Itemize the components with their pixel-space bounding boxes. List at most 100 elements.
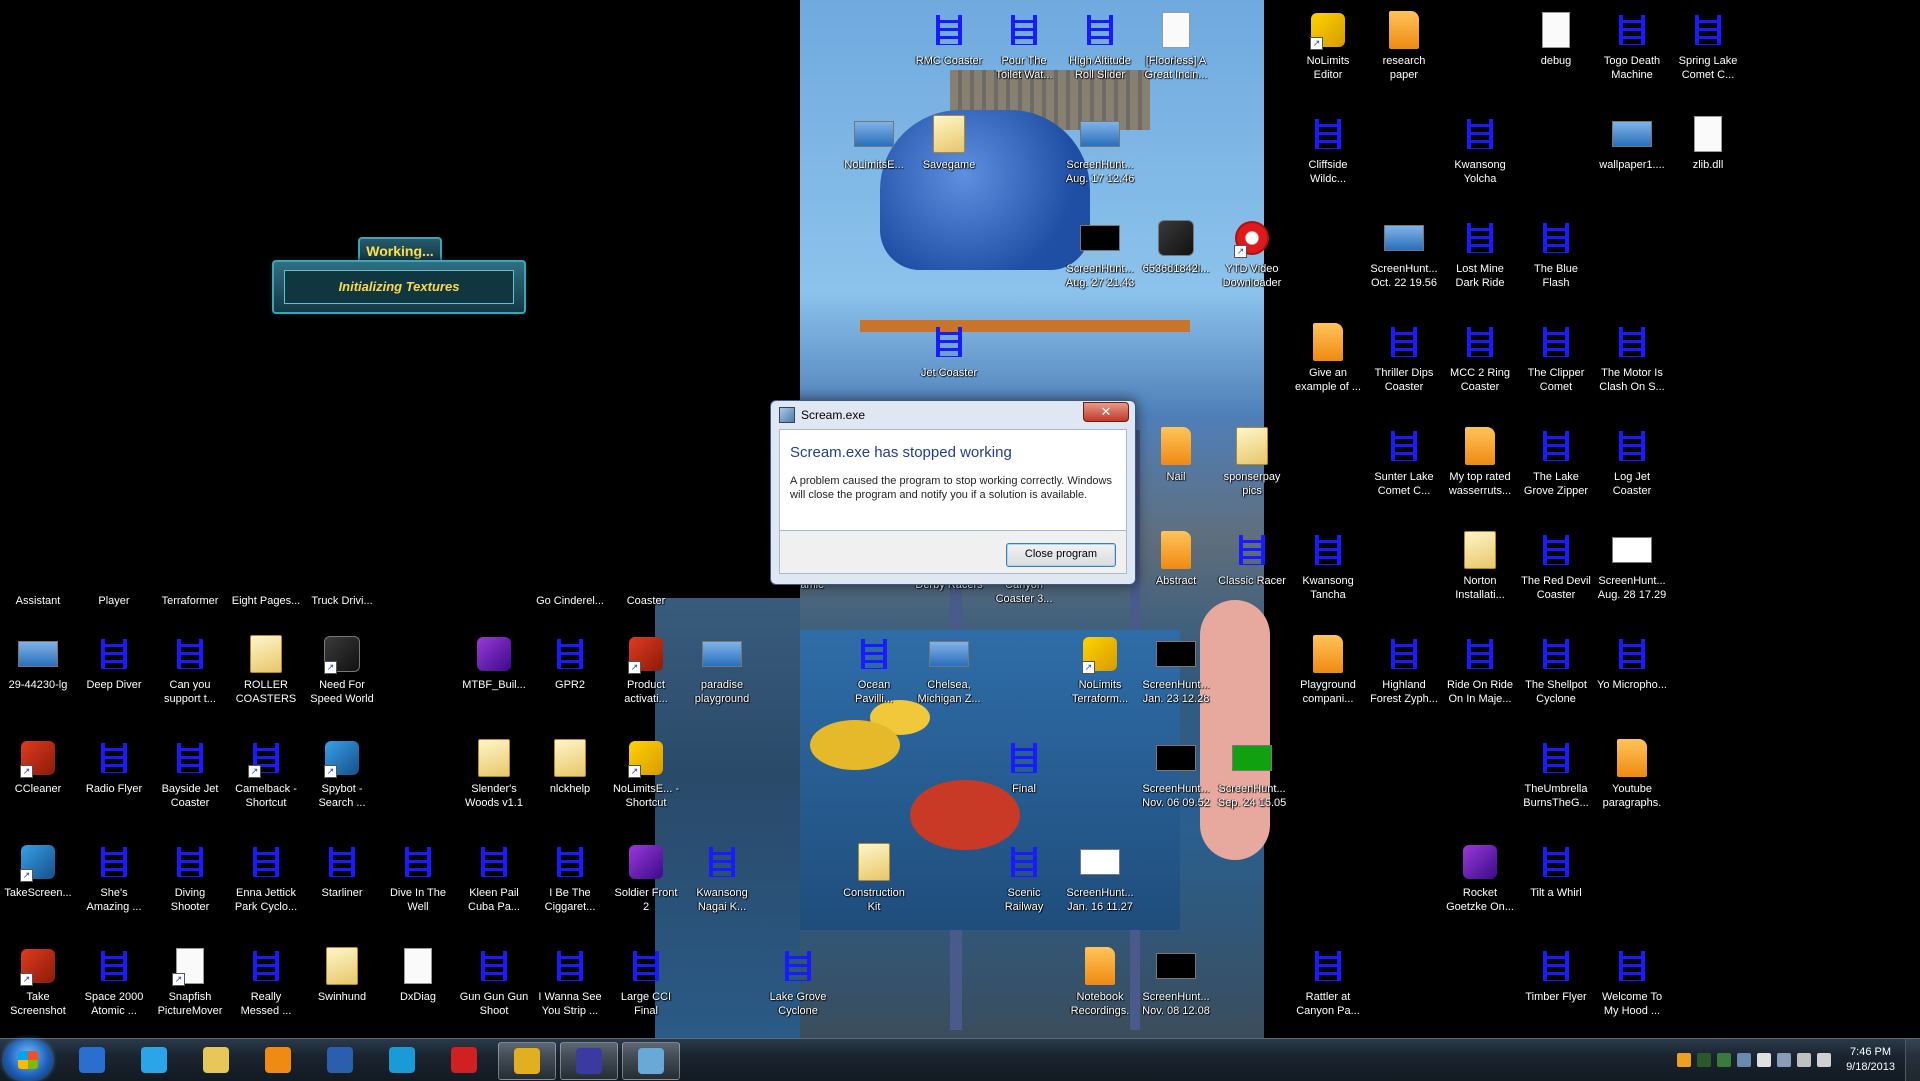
- desktop-icon[interactable]: 29-44230-lg: [2, 634, 74, 692]
- desktop-icon[interactable]: ScreenHunt... Jan. 16 11.27: [1064, 842, 1136, 914]
- desktop-icon[interactable]: Kwansong Nagai K...: [686, 842, 758, 914]
- desktop-icon[interactable]: The Red Devil Coaster: [1520, 530, 1592, 602]
- desktop-icon[interactable]: The Shellpot Cyclone: [1520, 634, 1592, 706]
- desktop-icon[interactable]: Enna Jettick Park Cyclo...: [230, 842, 302, 914]
- taskbar-button[interactable]: [312, 1042, 368, 1078]
- volume-icon[interactable]: [1797, 1053, 1812, 1067]
- desktop-icon[interactable]: Timber Flyer: [1520, 946, 1592, 1004]
- desktop-icon[interactable]: Diving Shooter: [154, 842, 226, 914]
- desktop-icon[interactable]: Playground compani...: [1292, 634, 1364, 706]
- desktop-icon[interactable]: Radio Flyer: [78, 738, 150, 796]
- desktop-icon[interactable]: Kwansong Yolcha: [1444, 114, 1516, 186]
- desktop-icon[interactable]: ScreenHunt... Aug. 17 12.46: [1064, 114, 1136, 186]
- desktop-icon[interactable]: Lost Mine Dark Ride: [1444, 218, 1516, 290]
- desktop-icon[interactable]: ↗ YTD Video Downloader: [1216, 218, 1288, 290]
- desktop-icon-label-partial[interactable]: Eight Pages...: [230, 594, 302, 608]
- desktop-icon[interactable]: Pour The Toilet Wat...: [988, 10, 1060, 82]
- desktop-icon[interactable]: ScreenHunt... Nov. 06 09.52: [1140, 738, 1212, 810]
- taskbar-button[interactable]: [250, 1042, 306, 1078]
- close-icon[interactable]: ✕: [1083, 402, 1129, 422]
- taskbar-button[interactable]: [622, 1042, 680, 1080]
- desktop-icon[interactable]: Chelsea, Michigan Z...: [913, 634, 985, 706]
- desktop-icon[interactable]: Final: [988, 738, 1060, 796]
- desktop-icon[interactable]: TheUmbrella BurnsTheG...: [1520, 738, 1592, 810]
- desktop-icon-label-partial[interactable]: Go Cinderel...: [534, 594, 606, 608]
- desktop-icon[interactable]: Ocean Pavilli...: [838, 634, 910, 706]
- desktop-icon[interactable]: Togo Death Machine: [1596, 10, 1668, 82]
- desktop-icon[interactable]: Spring Lake Comet C...: [1672, 10, 1744, 82]
- desktop-icon[interactable]: Tilt a Whirl: [1520, 842, 1592, 900]
- desktop-icon[interactable]: Deep Diver: [78, 634, 150, 692]
- desktop-icon[interactable]: Soldier Front 2: [610, 842, 682, 914]
- tray-expand-icon[interactable]: [1737, 1053, 1752, 1067]
- close-program-button[interactable]: Close program: [1006, 543, 1116, 567]
- desktop-icon[interactable]: I Be The Ciggaret...: [534, 842, 606, 914]
- desktop-icon[interactable]: ↗ Camelback - Shortcut: [230, 738, 302, 810]
- desktop-icon[interactable]: zlib.dll: [1672, 114, 1744, 172]
- desktop-icon[interactable]: Norton Installati...: [1444, 530, 1516, 602]
- desktop-icon[interactable]: ↗ Snapfish PictureMover: [154, 946, 226, 1018]
- desktop-icon[interactable]: Kwansong Tancha: [1292, 530, 1364, 602]
- show-desktop-button[interactable]: [1905, 1039, 1920, 1081]
- desktop-icon[interactable]: wallpaper1....: [1596, 114, 1668, 172]
- desktop-icon[interactable]: ROLLER COASTERS: [230, 634, 302, 706]
- desktop-icon[interactable]: ↗ NoLimits Terraform...: [1064, 634, 1136, 706]
- desktop-icon[interactable]: Space 2000 Atomic ...: [78, 946, 150, 1018]
- desktop-icon[interactable]: Classic Racer: [1216, 530, 1288, 588]
- desktop-icon[interactable]: ↗ NoLimitsE... - Shortcut: [610, 738, 682, 810]
- tray-app-icon[interactable]: [1677, 1053, 1692, 1067]
- desktop-icon[interactable]: Welcome To My Hood ...: [1596, 946, 1668, 1018]
- desktop-icon[interactable]: Youtube paragraphs.: [1596, 738, 1668, 810]
- desktop-icon[interactable]: Can you support t...: [154, 634, 226, 706]
- desktop-icon[interactable]: ↗ TakeScreen...: [2, 842, 74, 900]
- desktop-icon[interactable]: ↗ CCleaner: [2, 738, 74, 796]
- desktop-icon[interactable]: High Altitude Roll Slider: [1064, 10, 1136, 82]
- desktop-icon[interactable]: Construction Kit: [838, 842, 910, 914]
- tray-network-app-icon[interactable]: [1697, 1053, 1712, 1067]
- desktop-icon[interactable]: Rattler at Canyon Pa...: [1292, 946, 1364, 1018]
- taskbar-button[interactable]: [188, 1042, 244, 1078]
- dialog-titlebar[interactable]: Scream.exe: [779, 407, 865, 423]
- desktop-icon[interactable]: Cliffside Wildc...: [1292, 114, 1364, 186]
- desktop-icon[interactable]: ↗ Product activati...: [610, 634, 682, 706]
- desktop-icon[interactable]: nlckhelp: [534, 738, 606, 796]
- desktop-icon[interactable]: ScreenHunt... Oct. 22 19.56: [1368, 218, 1440, 290]
- desktop-icon[interactable]: The Clipper Comet: [1520, 322, 1592, 394]
- desktop-icon[interactable]: research paper: [1368, 10, 1440, 82]
- desktop-icon-label-partial[interactable]: Terraformer: [154, 594, 226, 608]
- taskbar-button[interactable]: [64, 1042, 120, 1078]
- desktop-icon[interactable]: Kleen Pail Cuba Pa...: [458, 842, 530, 914]
- desktop-icon[interactable]: Large CCI Final: [610, 946, 682, 1018]
- desktop-icon[interactable]: paradise playground: [686, 634, 758, 706]
- desktop-icon[interactable]: ↗ Need For Speed World: [306, 634, 378, 706]
- action-center-flag-icon[interactable]: [1757, 1053, 1772, 1067]
- desktop-icon[interactable]: Gun Gun Gun Shoot: [458, 946, 530, 1018]
- desktop-icon[interactable]: sponserpay pics: [1216, 426, 1288, 498]
- desktop-icon[interactable]: Highland Forest Zyph...: [1368, 634, 1440, 706]
- desktop-icon[interactable]: RMC Coaster: [913, 10, 985, 68]
- desktop-icon[interactable]: I Wanna See You Strip ...: [534, 946, 606, 1018]
- desktop-icon[interactable]: Thriller Dips Coaster: [1368, 322, 1440, 394]
- desktop-icon[interactable]: ↗ Take Screenshot: [2, 946, 74, 1018]
- desktop-icon[interactable]: Give an example of ...: [1292, 322, 1364, 394]
- taskbar-button[interactable]: [498, 1042, 556, 1080]
- desktop-icon-label-partial[interactable]: Truck Drivi...: [306, 594, 378, 608]
- network-signal-icon[interactable]: [1817, 1053, 1832, 1067]
- desktop-icon[interactable]: Savegame: [913, 114, 985, 172]
- desktop-icon[interactable]: Scenic Railway: [988, 842, 1060, 914]
- desktop-icon[interactable]: MTBF_Buil...: [458, 634, 530, 692]
- taskbar-button[interactable]: [374, 1042, 430, 1078]
- desktop-icon[interactable]: Really Messed ...: [230, 946, 302, 1018]
- desktop-icon[interactable]: NoLimitsE...: [838, 114, 910, 172]
- desktop-icon[interactable]: Bayside Jet Coaster: [154, 738, 226, 810]
- desktop-icon[interactable]: ScreenHunt... Jan. 23 12.28: [1140, 634, 1212, 706]
- desktop-icon[interactable]: Notebook Recordings.: [1064, 946, 1136, 1018]
- desktop-icon[interactable]: The Motor Is Clash On S...: [1596, 322, 1668, 394]
- start-button[interactable]: [4, 1040, 52, 1080]
- taskbar-button[interactable]: [436, 1042, 492, 1078]
- desktop-icon[interactable]: Yo Micropho...: [1596, 634, 1668, 692]
- desktop-icon[interactable]: Swinhund: [306, 946, 378, 1004]
- clock[interactable]: 7:46 PM 9/18/2013: [1846, 1045, 1895, 1075]
- desktop-icon[interactable]: 6536d1842l...: [1140, 218, 1212, 276]
- desktop-icon[interactable]: Lake Grove Cyclone: [762, 946, 834, 1018]
